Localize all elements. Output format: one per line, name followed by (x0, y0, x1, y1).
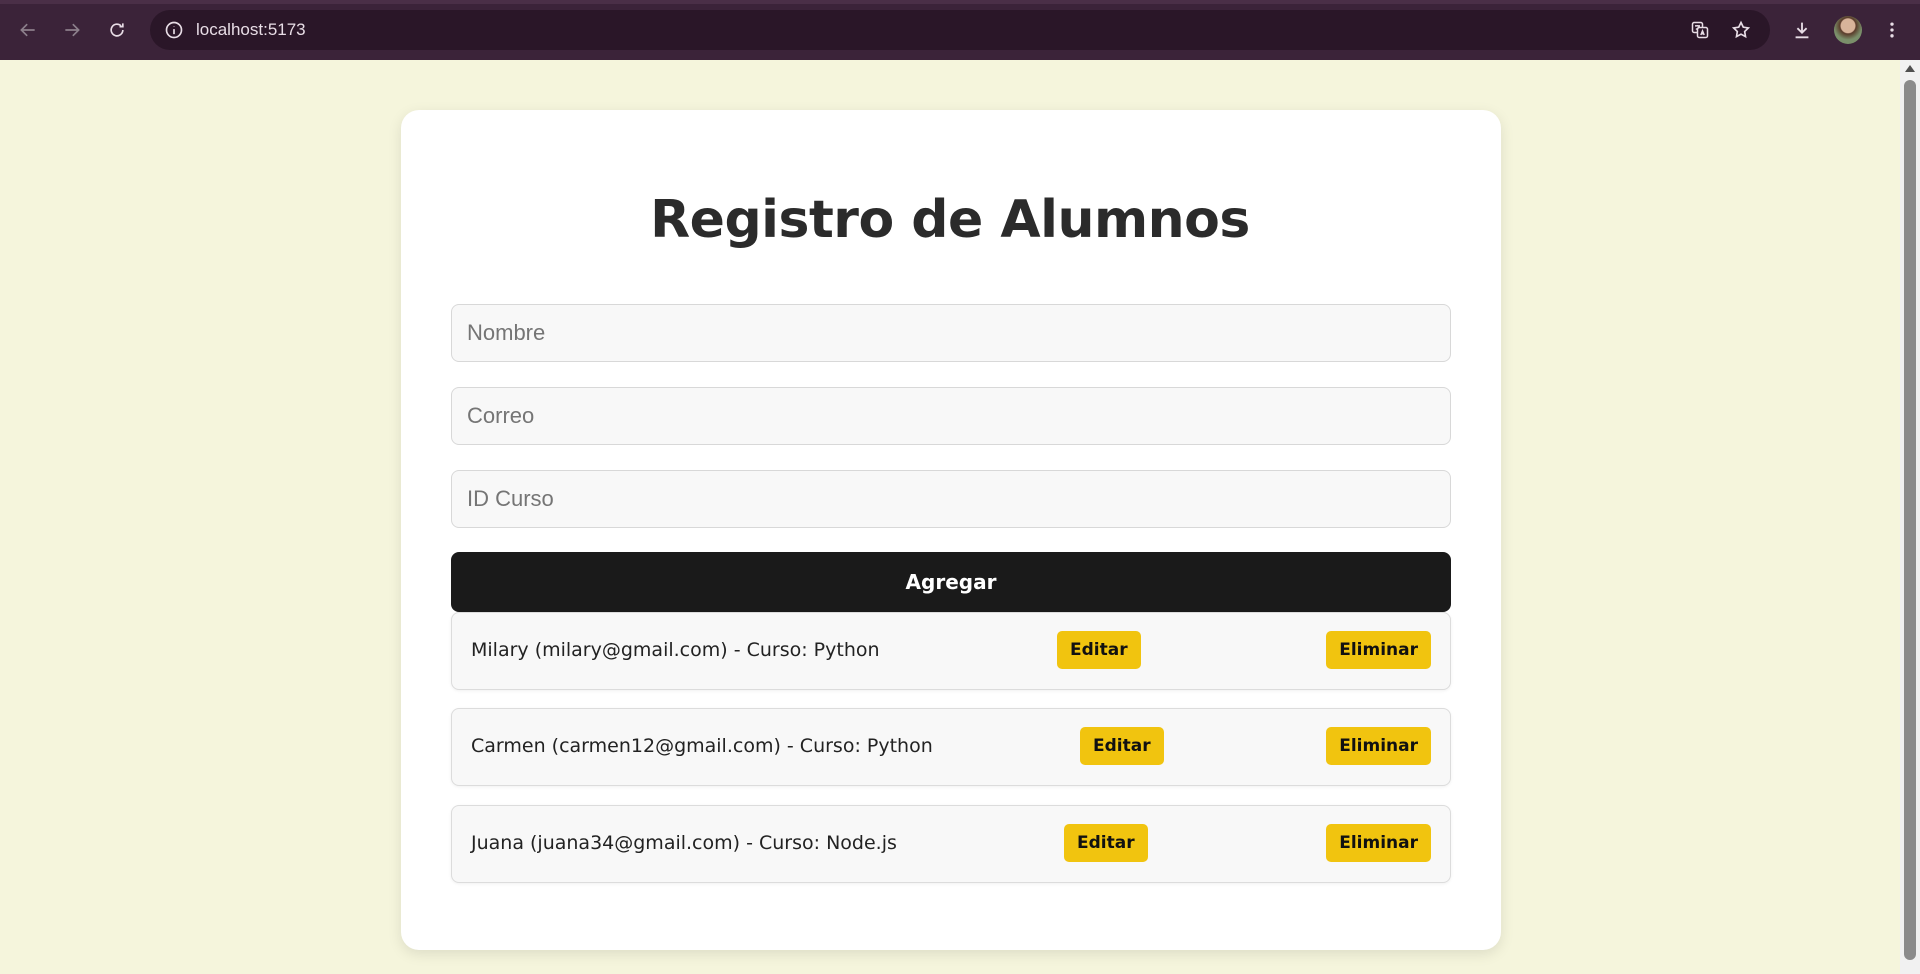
email-input[interactable] (451, 387, 1451, 445)
course-id-input[interactable] (451, 470, 1451, 528)
student-info: Carmen (carmen12@gmail.com) - Curso: Pyt… (471, 735, 933, 757)
edit-button[interactable]: Editar (1064, 824, 1148, 862)
forward-button[interactable] (56, 14, 88, 46)
download-icon (1795, 22, 1809, 39)
reload-button[interactable] (101, 14, 133, 46)
student-row: Carmen (carmen12@gmail.com) - Curso: Pyt… (451, 708, 1451, 786)
translate-icon[interactable] (1688, 18, 1712, 42)
bookmark-star-icon[interactable] (1729, 18, 1753, 42)
address-bar[interactable]: localhost:5173 (150, 10, 1770, 50)
student-row: Juana (juana34@gmail.com) - Curso: Node.… (451, 805, 1451, 883)
add-button[interactable]: Agregar (451, 552, 1451, 612)
site-info-icon[interactable] (162, 18, 186, 42)
page-scrollbar[interactable] (1900, 60, 1920, 974)
scroll-up-icon[interactable] (1905, 65, 1915, 72)
menu-button[interactable] (1876, 14, 1908, 46)
arrow-right-icon (65, 23, 80, 37)
back-button[interactable] (12, 14, 44, 46)
arrow-left-icon (20, 23, 35, 37)
downloads-button[interactable] (1786, 14, 1818, 46)
student-info: Milary (milary@gmail.com) - Curso: Pytho… (471, 639, 880, 661)
edit-button[interactable]: Editar (1057, 631, 1141, 669)
student-row: Milary (milary@gmail.com) - Curso: Pytho… (451, 612, 1451, 690)
delete-button[interactable]: Eliminar (1326, 631, 1431, 669)
name-input[interactable] (451, 304, 1451, 362)
delete-button[interactable]: Eliminar (1326, 824, 1431, 862)
delete-button[interactable]: Eliminar (1326, 727, 1431, 765)
more-vertical-icon (1890, 22, 1894, 38)
url-text: localhost:5173 (196, 20, 306, 39)
scrollbar-thumb[interactable] (1904, 80, 1916, 960)
profile-avatar[interactable] (1834, 16, 1862, 44)
tab-strip (0, 0, 1920, 4)
reload-icon (110, 23, 124, 37)
browser-toolbar: localhost:5173 (0, 0, 1920, 60)
edit-button[interactable]: Editar (1080, 727, 1164, 765)
page-title: Registro de Alumnos (650, 190, 1250, 250)
student-info: Juana (juana34@gmail.com) - Curso: Node.… (471, 832, 897, 854)
